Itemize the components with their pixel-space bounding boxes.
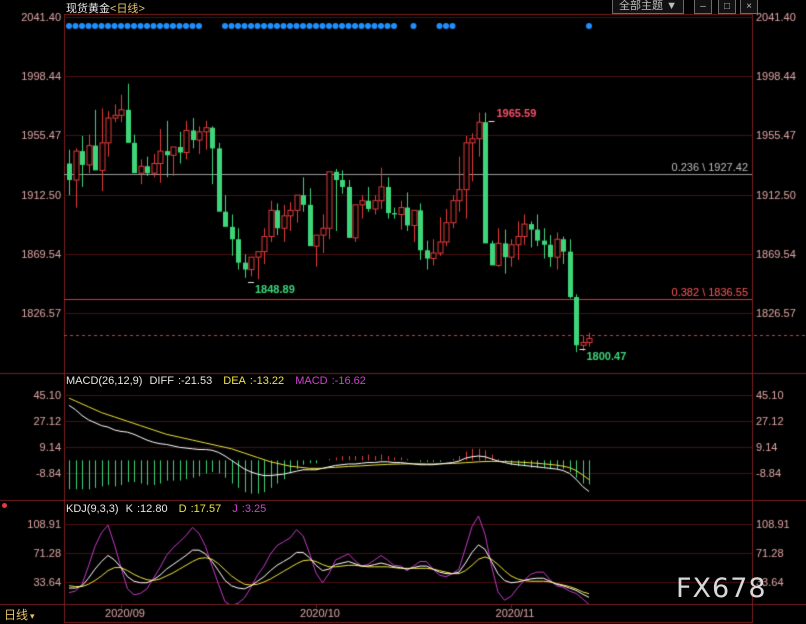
macd-value-legend: MACD:-16.62: [295, 375, 366, 387]
minimize-icon[interactable]: –: [694, 0, 712, 14]
chart-canvas[interactable]: [0, 0, 806, 624]
kdj-legend: KDJ(9,3,3) K:12.80 D:17.57 J:3.25: [66, 503, 274, 515]
theme-selector-button[interactable]: 全部主题 ▼: [612, 0, 684, 14]
chart-title: 现货黄金<日线>: [66, 0, 145, 16]
chevron-down-icon: ▼: [666, 0, 677, 12]
maximize-icon[interactable]: □: [718, 0, 736, 14]
symbol-name: 现货黄金: [66, 3, 110, 15]
d-legend: D:17.57: [178, 503, 222, 515]
k-legend: K:12.80: [125, 503, 168, 515]
period-label: <日线>: [110, 3, 145, 15]
macd-legend: MACD(26,12,9) DIFF:-21.53 DEA:-13.22 MAC…: [66, 375, 374, 387]
watermark-logo: FX678: [676, 573, 767, 604]
close-icon[interactable]: ×: [740, 0, 758, 14]
kdj-title: KDJ(9,3,3): [66, 503, 119, 515]
macd-title: MACD(26,12,9): [66, 375, 143, 387]
caret-down-icon: ▾: [30, 611, 35, 621]
active-indicator-dot: [2, 503, 7, 508]
diff-legend: DIFF:-21.53: [149, 375, 213, 387]
dea-legend: DEA:-13.22: [223, 375, 285, 387]
j-legend: J:3.25: [232, 503, 267, 515]
period-tab[interactable]: 日线 ▾: [4, 606, 35, 623]
